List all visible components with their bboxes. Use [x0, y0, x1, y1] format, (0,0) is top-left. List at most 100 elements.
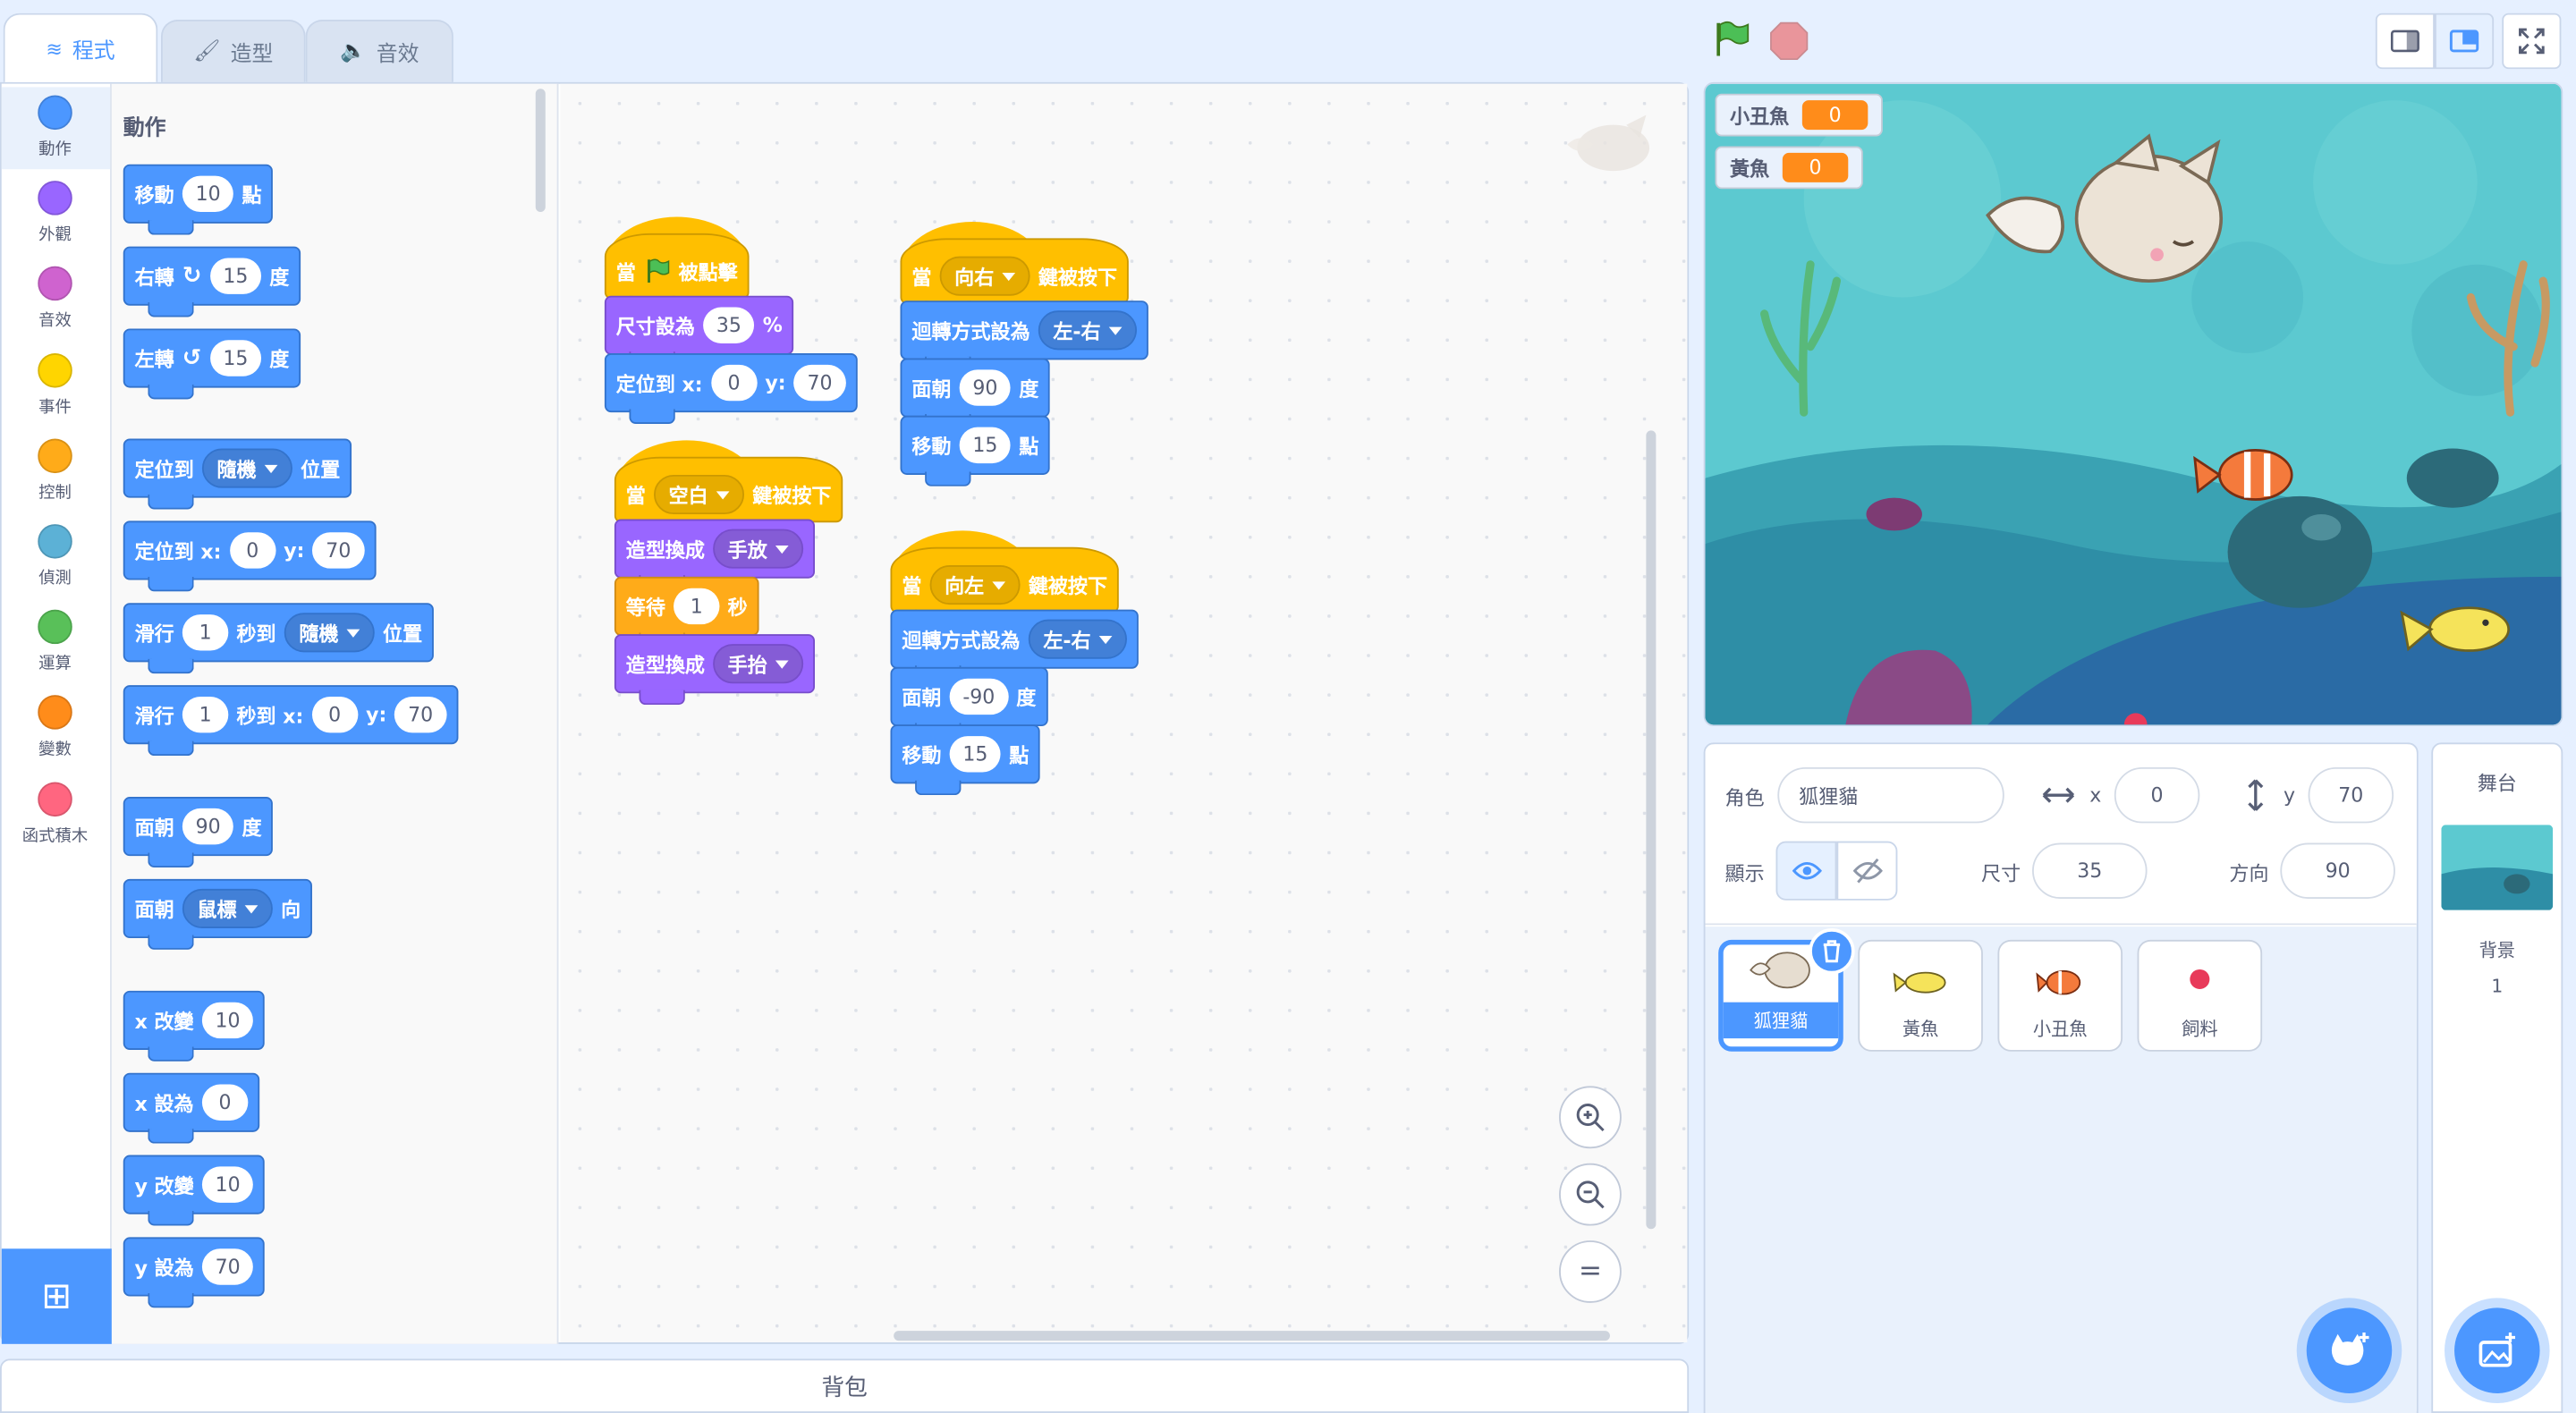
category-3[interactable]: 事件 — [0, 343, 110, 428]
sprite-thumb-yellow-fish[interactable]: 黃魚 — [1858, 939, 1983, 1052]
delete-sprite-button[interactable] — [1809, 928, 1855, 975]
block-dropdown[interactable]: 左-右 — [1028, 619, 1127, 659]
block-input[interactable]: 15 — [959, 427, 1012, 464]
category-5[interactable]: 偵測 — [0, 514, 110, 600]
category-4[interactable]: 控制 — [0, 428, 110, 514]
sprite-thumb-clownfish[interactable]: 小丑魚 — [1997, 939, 2123, 1052]
palette-goto-xy-block[interactable]: 定位到 x: 0 y: 70 — [123, 520, 376, 592]
block-input[interactable]: 70 — [394, 696, 446, 733]
when-key-pressed-block[interactable]: 當空白 鍵被按下 — [614, 456, 843, 535]
block-input[interactable]: 0 — [201, 1084, 249, 1121]
workspace-vertical-scrollbar[interactable] — [1646, 430, 1657, 1230]
palette-glide-xy-block[interactable]: 滑行 1 秒到 x: 0 y: 70 — [123, 685, 458, 757]
block-input[interactable]: 0 — [229, 532, 276, 569]
block-input[interactable]: 90 — [182, 808, 234, 845]
backpack-bar[interactable]: 背包 — [0, 1358, 1690, 1413]
block-dropdown[interactable]: 手抬 — [713, 644, 804, 684]
block-input[interactable]: 0 — [311, 696, 358, 733]
category-6[interactable]: 運算 — [0, 600, 110, 686]
y-field[interactable]: 70 — [2308, 766, 2394, 824]
block-dropdown[interactable]: 隨機 — [284, 613, 375, 653]
when-key-pressed-block[interactable]: 當向左 鍵被按下 — [890, 546, 1119, 625]
block-dropdown[interactable]: 隨機 — [201, 448, 292, 488]
hide-sprite-button[interactable] — [1836, 841, 1898, 901]
block-dropdown[interactable]: 鼠標 — [182, 888, 273, 929]
switch-costume-block[interactable]: 造型換成 手抬 — [614, 634, 816, 706]
category-1[interactable]: 外觀 — [0, 171, 110, 257]
palette-set-y-block[interactable]: y 設為 70 — [123, 1237, 266, 1308]
show-sprite-button[interactable] — [1775, 841, 1837, 901]
block-input[interactable]: 10 — [182, 175, 234, 212]
block-input[interactable]: 10 — [201, 1166, 254, 1203]
size-field[interactable]: 35 — [2031, 842, 2148, 899]
palette-move-block[interactable]: 移動 10 點 — [123, 164, 274, 235]
palette-change-x-block[interactable]: x 改變 10 — [123, 990, 266, 1062]
fullscreen-button[interactable] — [2502, 13, 2562, 70]
block-input[interactable]: 10 — [201, 1002, 254, 1039]
block-input[interactable]: 1 — [182, 696, 229, 733]
set-size-block[interactable]: 尺寸設為 35% — [604, 295, 794, 367]
block-dropdown[interactable]: 向左 — [929, 564, 1021, 605]
variable-monitor[interactable]: 小丑魚 0 — [1715, 93, 1883, 137]
when-key-pressed-block[interactable]: 當向右 鍵被按下 — [900, 238, 1129, 316]
block-input[interactable]: 0 — [710, 364, 758, 402]
tab-sounds[interactable]: 🔈 音效 — [305, 20, 453, 82]
block-input[interactable]: 15 — [949, 736, 1002, 773]
point-direction-block[interactable]: 面朝 -90 度 — [890, 666, 1048, 738]
zoom-in-button[interactable] — [1559, 1086, 1622, 1149]
palette-scrollbar[interactable] — [535, 89, 546, 212]
block-input[interactable]: 15 — [209, 340, 262, 377]
large-stage-button[interactable] — [2434, 13, 2495, 70]
variable-monitor[interactable]: 黃魚 0 — [1715, 146, 1863, 190]
palette-goto-block[interactable]: 定位到 隨機 位置 — [123, 438, 352, 510]
point-direction-block[interactable]: 面朝 90 度 — [900, 358, 1051, 429]
block-dropdown[interactable]: 左-右 — [1038, 310, 1137, 351]
set-rotation-style-block[interactable]: 迴轉方式設為 左-右 — [890, 609, 1139, 681]
palette-change-y-block[interactable]: y 改變 10 — [123, 1155, 266, 1226]
add-sprite-button[interactable] — [2306, 1307, 2393, 1393]
palette-set-x-block[interactable]: x 設為 0 — [123, 1072, 260, 1144]
x-field[interactable]: 0 — [2114, 766, 2200, 824]
block-dropdown[interactable]: 向右 — [939, 256, 1030, 296]
sprite-name-field[interactable]: 狐狸貓 — [1777, 766, 2004, 824]
block-dropdown[interactable]: 空白 — [654, 474, 745, 515]
palette-turn-left-block[interactable]: 左轉 ↺ 15 度 — [123, 328, 301, 400]
category-7[interactable]: 變數 — [0, 686, 110, 772]
category-2[interactable]: 音效 — [0, 257, 110, 343]
block-input[interactable]: 1 — [182, 614, 229, 651]
palette-glide-block[interactable]: 滑行 1 秒到 隨機 位置 — [123, 603, 435, 674]
sprite-thumb-food[interactable]: 飼料 — [2137, 939, 2263, 1052]
add-backdrop-button[interactable] — [2454, 1307, 2540, 1393]
wait-block[interactable]: 等待 1 秒 — [614, 576, 759, 647]
goto-xy-block[interactable]: 定位到 x: 0 y: 70 — [604, 352, 858, 424]
switch-costume-block[interactable]: 造型換成 手放 — [614, 519, 816, 590]
block-input[interactable]: 70 — [201, 1248, 254, 1285]
block-input[interactable]: 90 — [959, 369, 1012, 406]
palette-point-towards-block[interactable]: 面朝 鼠標 向 — [123, 878, 313, 950]
direction-field[interactable]: 90 — [2280, 842, 2395, 899]
palette-point-block[interactable]: 面朝 90 度 — [123, 797, 274, 868]
block-input[interactable]: 1 — [674, 588, 720, 625]
block-input[interactable]: 15 — [209, 258, 262, 294]
palette-turn-right-block[interactable]: 右轉 ↻ 15 度 — [123, 246, 301, 317]
zoom-reset-button[interactable]: = — [1559, 1240, 1622, 1303]
small-stage-button[interactable] — [2375, 13, 2435, 70]
block-dropdown[interactable]: 手放 — [713, 529, 804, 569]
when-flag-clicked-block[interactable]: 當 被點擊 — [604, 233, 750, 311]
block-input[interactable]: -90 — [949, 678, 1009, 715]
workspace-horizontal-scrollbar[interactable] — [894, 1331, 1610, 1341]
extension-button[interactable]: ⊞ — [1, 1248, 112, 1344]
category-0[interactable]: 動作 — [0, 86, 110, 172]
block-input[interactable]: 35 — [703, 307, 755, 343]
zoom-out-button[interactable] — [1559, 1163, 1622, 1226]
move-steps-block[interactable]: 移動 15 點 — [890, 724, 1041, 796]
category-8[interactable]: 函式積木 — [0, 772, 110, 858]
block-input[interactable]: 70 — [312, 532, 365, 569]
stop-button[interactable] — [1769, 21, 1809, 61]
tab-costumes[interactable]: 🖌 造型 — [160, 20, 306, 82]
tab-code[interactable]: ≋ 程式 — [3, 13, 158, 82]
block-input[interactable]: 70 — [793, 364, 846, 402]
move-steps-block[interactable]: 移動 15 點 — [900, 415, 1051, 487]
green-flag-button[interactable] — [1712, 20, 1751, 59]
set-rotation-style-block[interactable]: 迴轉方式設為 左-右 — [900, 300, 1148, 372]
